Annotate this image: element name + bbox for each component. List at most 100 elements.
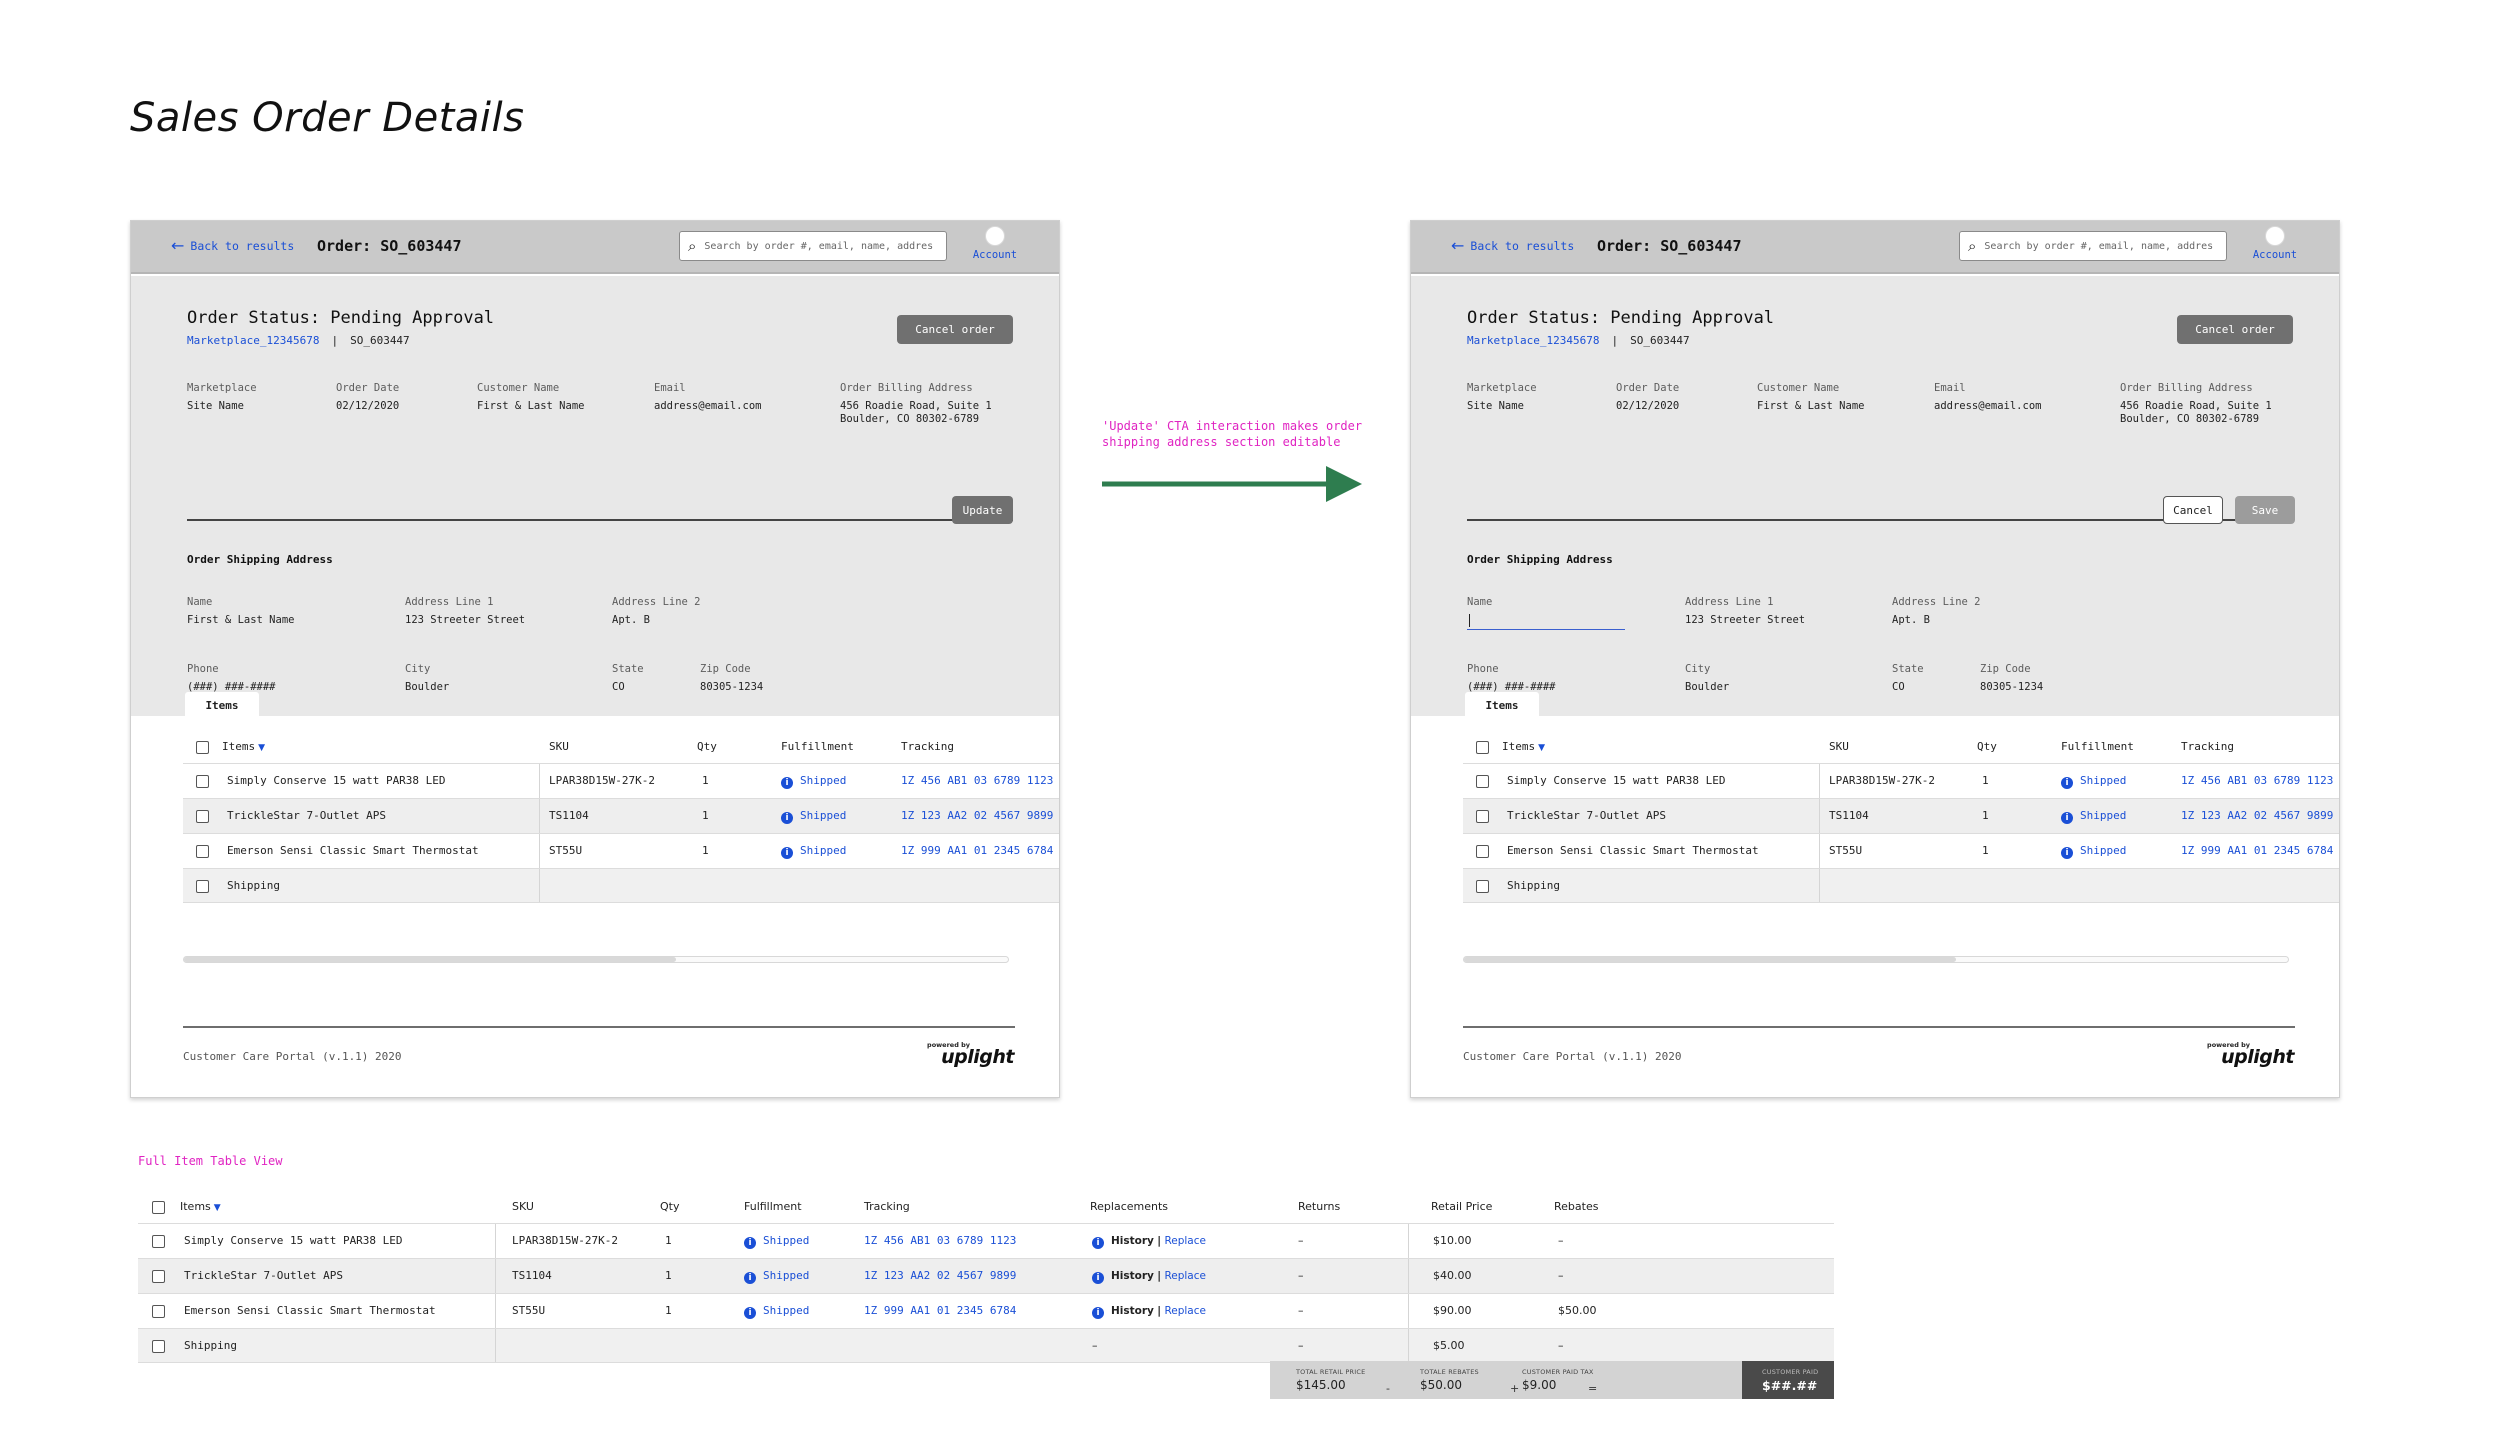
marketplace-id-link[interactable]: Marketplace_12345678 (1467, 334, 1599, 347)
fulfillment-link[interactable]: Shipped (2080, 774, 2126, 787)
row-checkbox[interactable] (1476, 880, 1489, 893)
column-divider (539, 764, 540, 798)
search-input[interactable] (1984, 240, 2215, 252)
select-all-checkbox[interactable] (196, 741, 209, 754)
row-checkbox[interactable] (196, 775, 209, 788)
scrollbar-thumb[interactable] (184, 957, 676, 962)
row-checkbox[interactable] (196, 810, 209, 823)
replace-link[interactable]: Replace (1164, 1270, 1206, 1282)
horizontal-scrollbar[interactable] (183, 956, 1009, 963)
info-icon[interactable]: i (781, 777, 793, 789)
billing-address-field: Order Billing Address 456 Roadie Road, S… (840, 382, 992, 426)
marketplace-id-link[interactable]: Marketplace_12345678 (187, 334, 319, 347)
select-all-checkbox[interactable] (152, 1201, 165, 1214)
replacements-cell: i History | Replace (1092, 1259, 1206, 1293)
column-divider (1819, 869, 1820, 902)
row-checkbox[interactable] (152, 1270, 165, 1283)
column-divider (495, 1224, 496, 1258)
account-menu[interactable]: Account (967, 226, 1023, 261)
select-all-checkbox[interactable] (1476, 741, 1489, 754)
horizontal-scrollbar[interactable] (1463, 956, 2289, 963)
info-icon[interactable]: i (1092, 1237, 1104, 1249)
account-menu[interactable]: Account (2247, 226, 2303, 261)
fulfillment-link[interactable]: Shipped (2080, 844, 2126, 857)
fulfillment-link[interactable]: Shipped (2080, 809, 2126, 822)
info-icon[interactable]: i (744, 1307, 756, 1319)
item-name: TrickleStar 7-Outlet APS (184, 1269, 343, 1282)
info-icon[interactable]: i (781, 812, 793, 824)
search-input[interactable] (704, 240, 935, 252)
filter-icon[interactable]: ▼ (258, 743, 265, 753)
info-icon[interactable]: i (2061, 847, 2073, 859)
arrow-left-icon: ← (1451, 236, 1465, 255)
tracking-link[interactable]: 1Z 456 AB1 03 6789 1123 (901, 764, 1053, 798)
back-to-results-link[interactable]: ← Back to results (1451, 238, 1574, 254)
search-box[interactable]: ⌕ (679, 231, 947, 261)
column-items[interactable]: Items ▼ (180, 1193, 221, 1222)
tracking-link[interactable]: 1Z 123 AA2 02 4567 9899 (2181, 799, 2333, 833)
tracking-link[interactable]: 1Z 456 AB1 03 6789 1123 (2181, 764, 2333, 798)
history-link[interactable]: History (1111, 1235, 1154, 1247)
row-checkbox[interactable] (196, 845, 209, 858)
items-table: Items ▼ SKU Qty Fulfillment Tracking Simp… (1463, 733, 2339, 903)
update-button[interactable]: Update (952, 496, 1013, 524)
cancel-order-button[interactable]: Cancel order (897, 315, 1013, 344)
info-icon[interactable]: i (2061, 812, 2073, 824)
info-icon[interactable]: i (2061, 777, 2073, 789)
column-items[interactable]: Items ▼ (1502, 733, 1545, 762)
tracking-link[interactable]: 1Z 999 AA1 01 2345 6784 (901, 834, 1053, 868)
fulfillment-link[interactable]: Shipped (800, 809, 846, 822)
table-row: TrickleStar 7-Outlet APS TS1104 1 i Shipp… (1463, 798, 2339, 833)
cancel-order-button[interactable]: Cancel order (2177, 315, 2293, 344)
filter-icon[interactable]: ▼ (214, 1203, 221, 1213)
field-label: Customer Name (477, 382, 560, 394)
info-icon[interactable]: i (744, 1272, 756, 1284)
back-to-results-link[interactable]: ← Back to results (171, 238, 294, 254)
scrollbar-thumb[interactable] (1464, 957, 1956, 962)
column-divider (1819, 764, 1820, 798)
column-label: Items (1502, 740, 1536, 753)
info-icon[interactable]: i (1092, 1307, 1104, 1319)
tab-items[interactable]: Items (185, 692, 259, 717)
tracking-link[interactable]: 1Z 123 AA2 02 4567 9899 (864, 1259, 1016, 1293)
column-items[interactable]: Items ▼ (222, 733, 265, 762)
returns-value: – (1298, 1339, 1304, 1352)
info-icon[interactable]: i (744, 1237, 756, 1249)
fulfillment-status: i Shipped (781, 764, 846, 798)
info-icon[interactable]: i (781, 847, 793, 859)
history-link[interactable]: History (1111, 1270, 1154, 1282)
replace-link[interactable]: Replace (1164, 1235, 1206, 1247)
equals-sign: = (1588, 1382, 1598, 1395)
table-row: Shipping – – $5.00 – (138, 1328, 1834, 1363)
info-icon[interactable]: i (1092, 1272, 1104, 1284)
fulfillment-link[interactable]: Shipped (763, 1234, 809, 1247)
flow-arrow-icon (1102, 466, 1362, 502)
filter-icon[interactable]: ▼ (1538, 743, 1545, 753)
tracking-link[interactable]: 1Z 999 AA1 01 2345 6784 (864, 1294, 1016, 1328)
history-link[interactable]: History (1111, 1305, 1154, 1317)
full-items-table: Items ▼ SKU Qty Fulfillment Tracking Repl… (138, 1193, 1834, 1363)
fulfillment-link[interactable]: Shipped (800, 774, 846, 787)
row-checkbox[interactable] (196, 880, 209, 893)
row-checkbox[interactable] (1476, 775, 1489, 788)
cancel-button[interactable]: Cancel (2163, 496, 2223, 524)
tab-items[interactable]: Items (1465, 692, 1539, 717)
replace-link[interactable]: Replace (1164, 1305, 1206, 1317)
ship-name-input[interactable] (1467, 610, 1625, 630)
row-checkbox[interactable] (152, 1340, 165, 1353)
tracking-link[interactable]: 1Z 456 AB1 03 6789 1123 (864, 1224, 1016, 1258)
row-checkbox[interactable] (1476, 845, 1489, 858)
fulfillment-link[interactable]: Shipped (763, 1304, 809, 1317)
row-checkbox[interactable] (152, 1305, 165, 1318)
row-checkbox[interactable] (1476, 810, 1489, 823)
tracking-link[interactable]: 1Z 999 AA1 01 2345 6784 (2181, 834, 2333, 868)
field-label: Order Date (336, 382, 400, 394)
tracking-link[interactable]: 1Z 123 AA2 02 4567 9899 (901, 799, 1053, 833)
item-qty: 1 (665, 1234, 672, 1247)
fulfillment-link[interactable]: Shipped (763, 1269, 809, 1282)
search-box[interactable]: ⌕ (1959, 231, 2227, 261)
fulfillment-link[interactable]: Shipped (800, 844, 846, 857)
replacements-cell: i History | Replace (1092, 1294, 1206, 1328)
row-checkbox[interactable] (152, 1235, 165, 1248)
save-button[interactable]: Save (2235, 496, 2295, 524)
